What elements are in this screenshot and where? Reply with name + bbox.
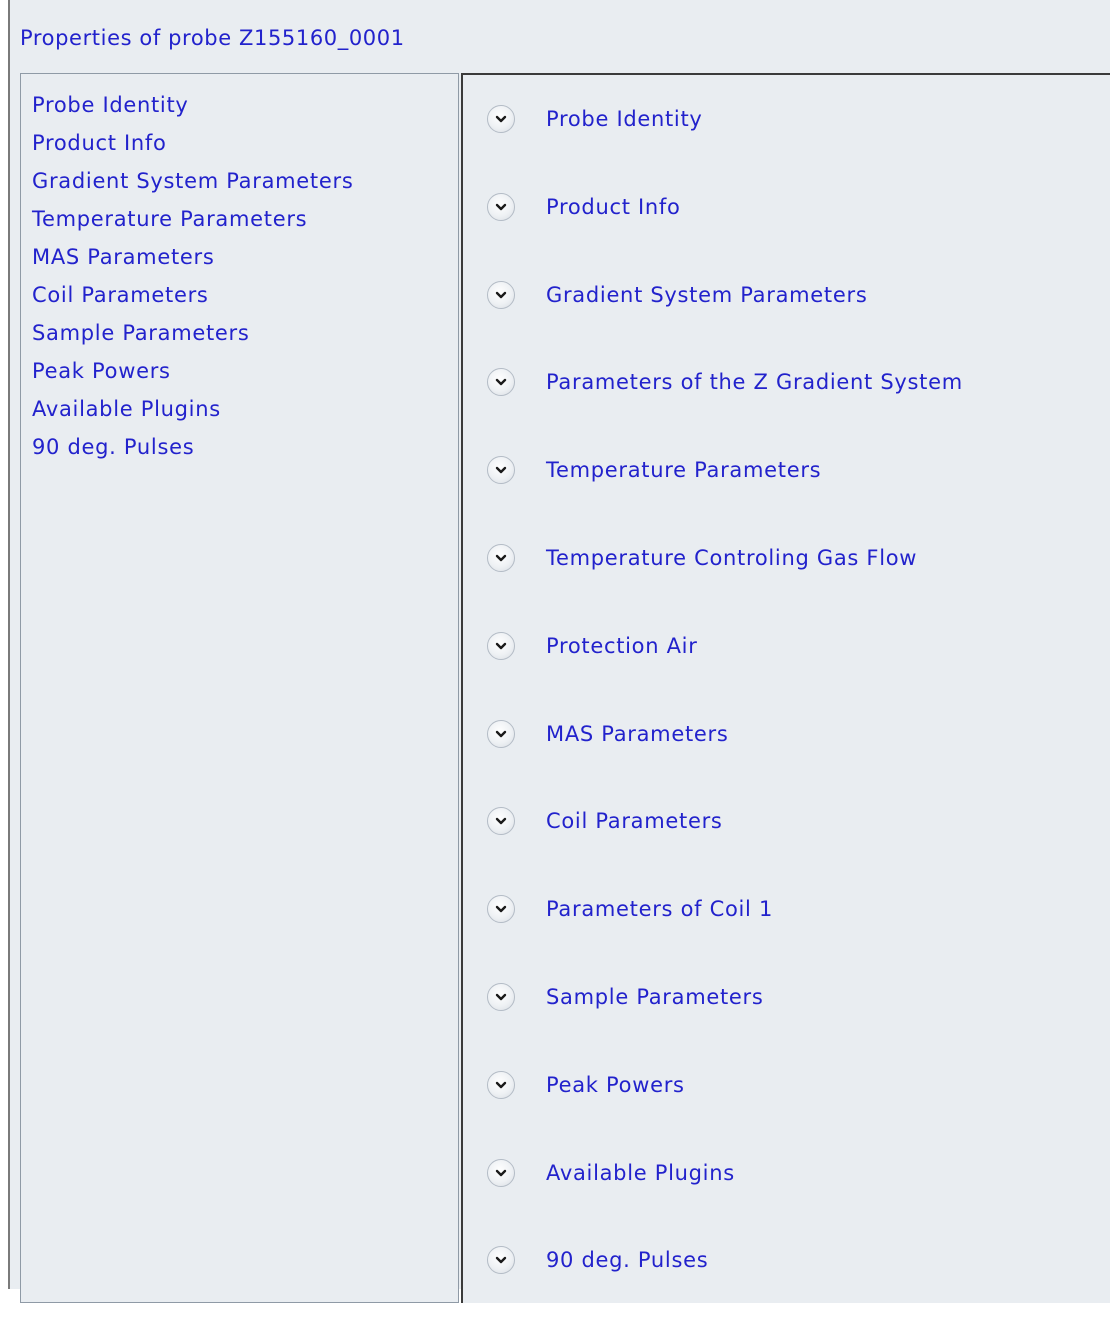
chevron-down-circle-icon[interactable] — [487, 192, 515, 221]
section-header-product-info[interactable]: Product Info — [487, 191, 963, 279]
nav-item-mas-parameters[interactable]: MAS Parameters — [32, 240, 353, 278]
section-header-coil-parameters[interactable]: Coil Parameters — [487, 805, 963, 893]
section-label[interactable]: Sample Parameters — [546, 980, 764, 1014]
section-label[interactable]: Available Plugins — [546, 1156, 735, 1190]
nav-item-gradient-system-parameters[interactable]: Gradient System Parameters — [32, 164, 353, 202]
nav-item-coil-parameters[interactable]: Coil Parameters — [32, 278, 353, 316]
chevron-down-circle-icon[interactable] — [487, 105, 515, 133]
section-header-protection-air[interactable]: Protection Air — [487, 630, 963, 718]
nav-item-available-plugins[interactable]: Available Plugins — [32, 392, 353, 430]
chevron-down-circle-icon[interactable] — [487, 280, 515, 309]
section-label[interactable]: MAS Parameters — [546, 717, 729, 751]
nav-item-product-info[interactable]: Product Info — [32, 126, 353, 164]
nav-item-sample-parameters[interactable]: Sample Parameters — [32, 316, 353, 354]
section-header-gradient-system-parameters[interactable]: Gradient System Parameters — [487, 279, 963, 367]
section-label[interactable]: Gradient System Parameters — [546, 278, 867, 312]
chevron-down-circle-icon[interactable] — [487, 1070, 515, 1099]
section-label[interactable]: Coil Parameters — [546, 804, 723, 838]
chevron-down-circle-icon[interactable] — [487, 807, 515, 836]
section-label[interactable]: Temperature Controling Gas Flow — [546, 541, 917, 575]
section-header-parameters-of-coil-1[interactable]: Parameters of Coil 1 — [487, 893, 963, 981]
section-header-parameters-of-the-z-gradient-system[interactable]: Parameters of the Z Gradient System — [487, 366, 963, 454]
chevron-down-circle-icon[interactable] — [487, 982, 515, 1011]
properties-window: Properties of probe Z155160_0001 Probe I… — [8, 0, 1110, 1303]
nav-item-temperature-parameters[interactable]: Temperature Parameters — [32, 202, 353, 240]
section-label[interactable]: 90 deg. Pulses — [546, 1243, 708, 1277]
chevron-down-circle-icon[interactable] — [487, 631, 515, 660]
section-header-sample-parameters[interactable]: Sample Parameters — [487, 981, 963, 1069]
navigation-panel: Probe Identity Product Info Gradient Sys… — [20, 73, 459, 1303]
section-label[interactable]: Product Info — [546, 190, 681, 224]
chevron-down-circle-icon[interactable] — [487, 1158, 515, 1187]
section-header-mas-parameters[interactable]: MAS Parameters — [487, 718, 963, 806]
chevron-down-circle-icon[interactable] — [487, 456, 515, 485]
section-header-available-plugins[interactable]: Available Plugins — [487, 1157, 963, 1245]
section-label[interactable]: Protection Air — [546, 629, 698, 663]
sections-panel: Probe Identity Product Info Gradient Syste… — [461, 73, 1110, 1303]
chevron-down-circle-icon[interactable] — [487, 368, 515, 397]
section-label[interactable]: Parameters of Coil 1 — [546, 892, 773, 926]
section-header-peak-powers[interactable]: Peak Powers — [487, 1069, 963, 1157]
section-label[interactable]: Temperature Parameters — [546, 453, 821, 487]
navigation-list: Probe Identity Product Info Gradient Sys… — [32, 88, 353, 468]
chevron-down-circle-icon[interactable] — [487, 1246, 515, 1275]
section-label[interactable]: Parameters of the Z Gradient System — [546, 365, 963, 399]
section-header-probe-identity[interactable]: Probe Identity — [487, 103, 963, 191]
chevron-down-circle-icon[interactable] — [487, 895, 515, 924]
section-header-temperature-controling-gas-flow[interactable]: Temperature Controling Gas Flow — [487, 542, 963, 630]
section-label[interactable]: Peak Powers — [546, 1068, 685, 1102]
window-title: Properties of probe Z155160_0001 — [20, 26, 405, 50]
chevron-down-circle-icon[interactable] — [487, 719, 515, 748]
chevron-down-circle-icon[interactable] — [487, 543, 515, 572]
section-header-temperature-parameters[interactable]: Temperature Parameters — [487, 454, 963, 542]
section-label[interactable]: Probe Identity — [546, 102, 703, 136]
nav-item-peak-powers[interactable]: Peak Powers — [32, 354, 353, 392]
nav-item-probe-identity[interactable]: Probe Identity — [32, 88, 353, 126]
nav-item-90-deg-pulses[interactable]: 90 deg. Pulses — [32, 430, 353, 468]
section-header-90-deg-pulses[interactable]: 90 deg. Pulses — [487, 1244, 963, 1332]
section-list: Probe Identity Product Info Gradient Syste… — [487, 103, 963, 1332]
